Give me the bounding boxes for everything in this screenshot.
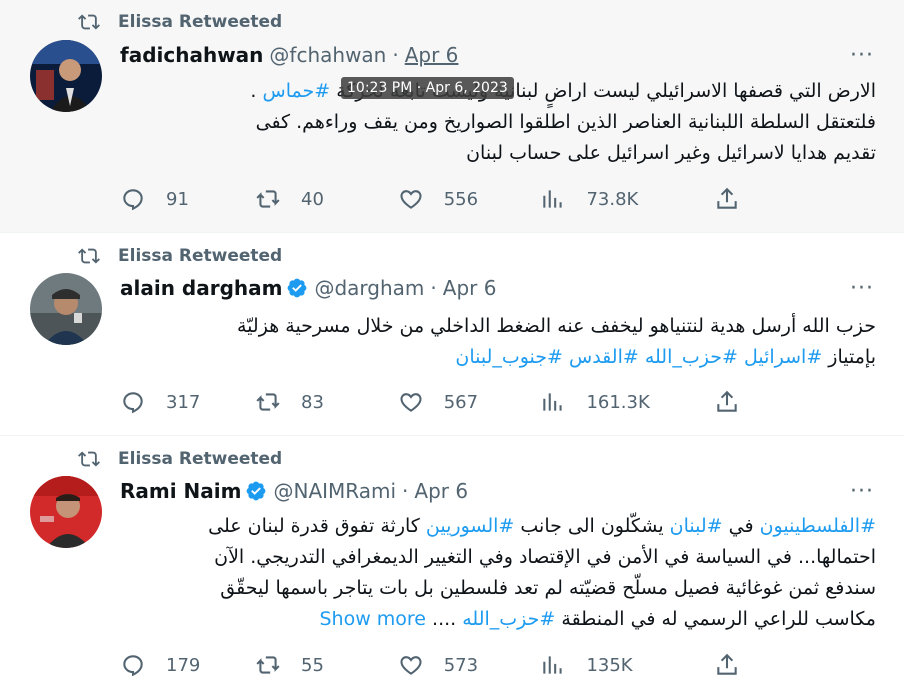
like-count: 573 [443,654,479,676]
verified-badge-icon [247,481,266,501]
text-line: فلتعتقل السلطة اللبنانية العناصر الذين ا… [255,111,876,133]
reply-icon [123,655,143,677]
separator-dot: · [392,43,399,67]
retweet-count: 55 [301,654,324,676]
retweeted-by-label: Elissa Retweeted [118,12,283,32]
retweet-button[interactable]: 40 [255,186,398,212]
text-segment: يشكّلون الى جانب [514,515,670,537]
retweet-icon [78,248,100,264]
views-chart-icon [543,656,563,674]
retweet-indicator: Elissa Retweeted [78,245,282,267]
retweeted-by-label: Elissa Retweeted [118,246,283,266]
heart-icon [400,656,422,675]
author-name[interactable]: fadichahwan [120,43,263,67]
share-button[interactable] [714,186,760,212]
show-more-link[interactable]: Show more [319,608,426,630]
hashtag[interactable]: #حزب_الله [462,608,555,630]
hashtag[interactable]: #حزب_الله [645,346,738,368]
retweet-button[interactable]: 83 [255,389,398,415]
author-name[interactable]: Rami Naim [120,479,241,503]
reply-count: 91 [166,188,189,210]
avatar[interactable] [30,476,102,548]
reply-count: 179 [166,654,201,676]
share-icon [717,187,737,209]
reply-button[interactable]: 179 [120,652,255,678]
tweet-text: #الفلسطينيون في #لبنان يشكّلون الى جانب … [120,511,876,635]
tweet-date[interactable]: Apr 6 [443,276,497,300]
views-button[interactable]: 135K [540,652,714,678]
share-button[interactable] [714,389,760,415]
retweet-icon [78,451,100,467]
views-button[interactable]: 73.8K [540,186,714,212]
tweet-date[interactable]: Apr 6 [414,479,468,503]
retweet-icon [78,14,100,30]
heart-icon [400,393,422,412]
tweet-date[interactable]: Apr 6 [405,43,459,67]
tweet-2[interactable]: Elissa Retweeted alain dargham @dargham … [0,233,904,436]
views-chart-icon [543,190,563,208]
views-count: 73.8K [586,188,639,210]
verified-badge-icon [288,278,307,298]
views-count: 161.3K [586,391,650,413]
reply-button[interactable]: 91 [120,186,255,212]
like-button[interactable]: 567 [398,389,541,415]
text-line: احتمالها... في السياسة في الأمن في الإقت… [214,546,876,568]
text-segment: مكاسب للراعي الرسمي له في المنطقة [555,608,876,630]
retweet-icon [256,656,280,674]
avatar[interactable] [30,273,102,345]
reply-icon [123,392,143,414]
like-count: 567 [443,391,479,413]
retweet-indicator: Elissa Retweeted [78,448,282,470]
reply-icon [123,189,143,211]
retweeted-by-label: Elissa Retweeted [118,449,283,469]
hashtag[interactable]: #القدس [569,346,639,368]
views-button[interactable]: 161.3K [540,389,714,415]
hashtag[interactable]: #الفلسطينيون [760,515,876,537]
text-segment: .... [432,608,463,630]
share-icon [717,390,737,412]
text-segment: بإمتياز [822,346,876,368]
author-name[interactable]: alain dargham [120,276,282,300]
retweet-button[interactable]: 55 [255,652,398,678]
more-options-icon[interactable]: ··· [850,479,874,504]
date-tooltip: 10:23 PM · Apr 6, 2023 [341,77,514,99]
text-line: تقديم هدايا لاسرائيل وغير اسرائيل على حس… [466,142,876,164]
like-count: 556 [443,188,479,210]
text-line: سندفع ثمن غوغائية فصيل مسلّح قضيّته لم ت… [220,577,876,599]
hashtag[interactable]: #السوريين [426,515,514,537]
reply-button[interactable]: 317 [120,389,255,415]
separator-dot: · [430,276,437,300]
more-options-icon[interactable]: ··· [850,43,874,68]
text-segment: في [722,515,760,537]
more-options-icon[interactable]: ··· [850,276,874,301]
tweet-1[interactable]: Elissa Retweeted fadichahwan @fchahwan ·… [0,0,904,233]
share-icon [717,653,737,675]
like-button[interactable]: 573 [398,652,541,678]
author-handle[interactable]: @NAIMRami [273,479,396,503]
retweet-icon [256,393,280,411]
like-button[interactable]: 556 [398,186,541,212]
retweet-indicator: Elissa Retweeted [78,11,282,33]
avatar[interactable] [30,40,102,112]
share-button[interactable] [714,652,760,678]
hashtag[interactable]: #اسرائيل [744,346,822,368]
views-count: 135K [586,654,633,676]
reply-count: 317 [166,391,201,413]
hashtag[interactable]: #جنوب_لبنان [455,346,563,368]
retweet-count: 83 [301,391,324,413]
separator-dot: · [402,479,409,503]
tweet-text: حزب الله أرسل هدية لنتنياهو ليخفف عنه ال… [120,311,876,373]
author-handle[interactable]: @dargham [314,276,424,300]
views-chart-icon [543,393,563,411]
text-line: حزب الله أرسل هدية لنتنياهو ليخفف عنه ال… [237,315,876,337]
retweet-count: 40 [301,188,324,210]
author-handle[interactable]: @fchahwan [269,43,386,67]
tweet-3[interactable]: Elissa Retweeted Rami Naim @NAIMRami · A… [0,436,904,696]
text-segment: كارثة تفوق قدرة لبنان على [208,515,426,537]
text-segment: . [250,80,263,102]
hashtag[interactable]: #حماس [263,80,331,102]
heart-icon [400,190,422,209]
hashtag[interactable]: #لبنان [670,515,723,537]
retweet-icon [256,190,280,208]
